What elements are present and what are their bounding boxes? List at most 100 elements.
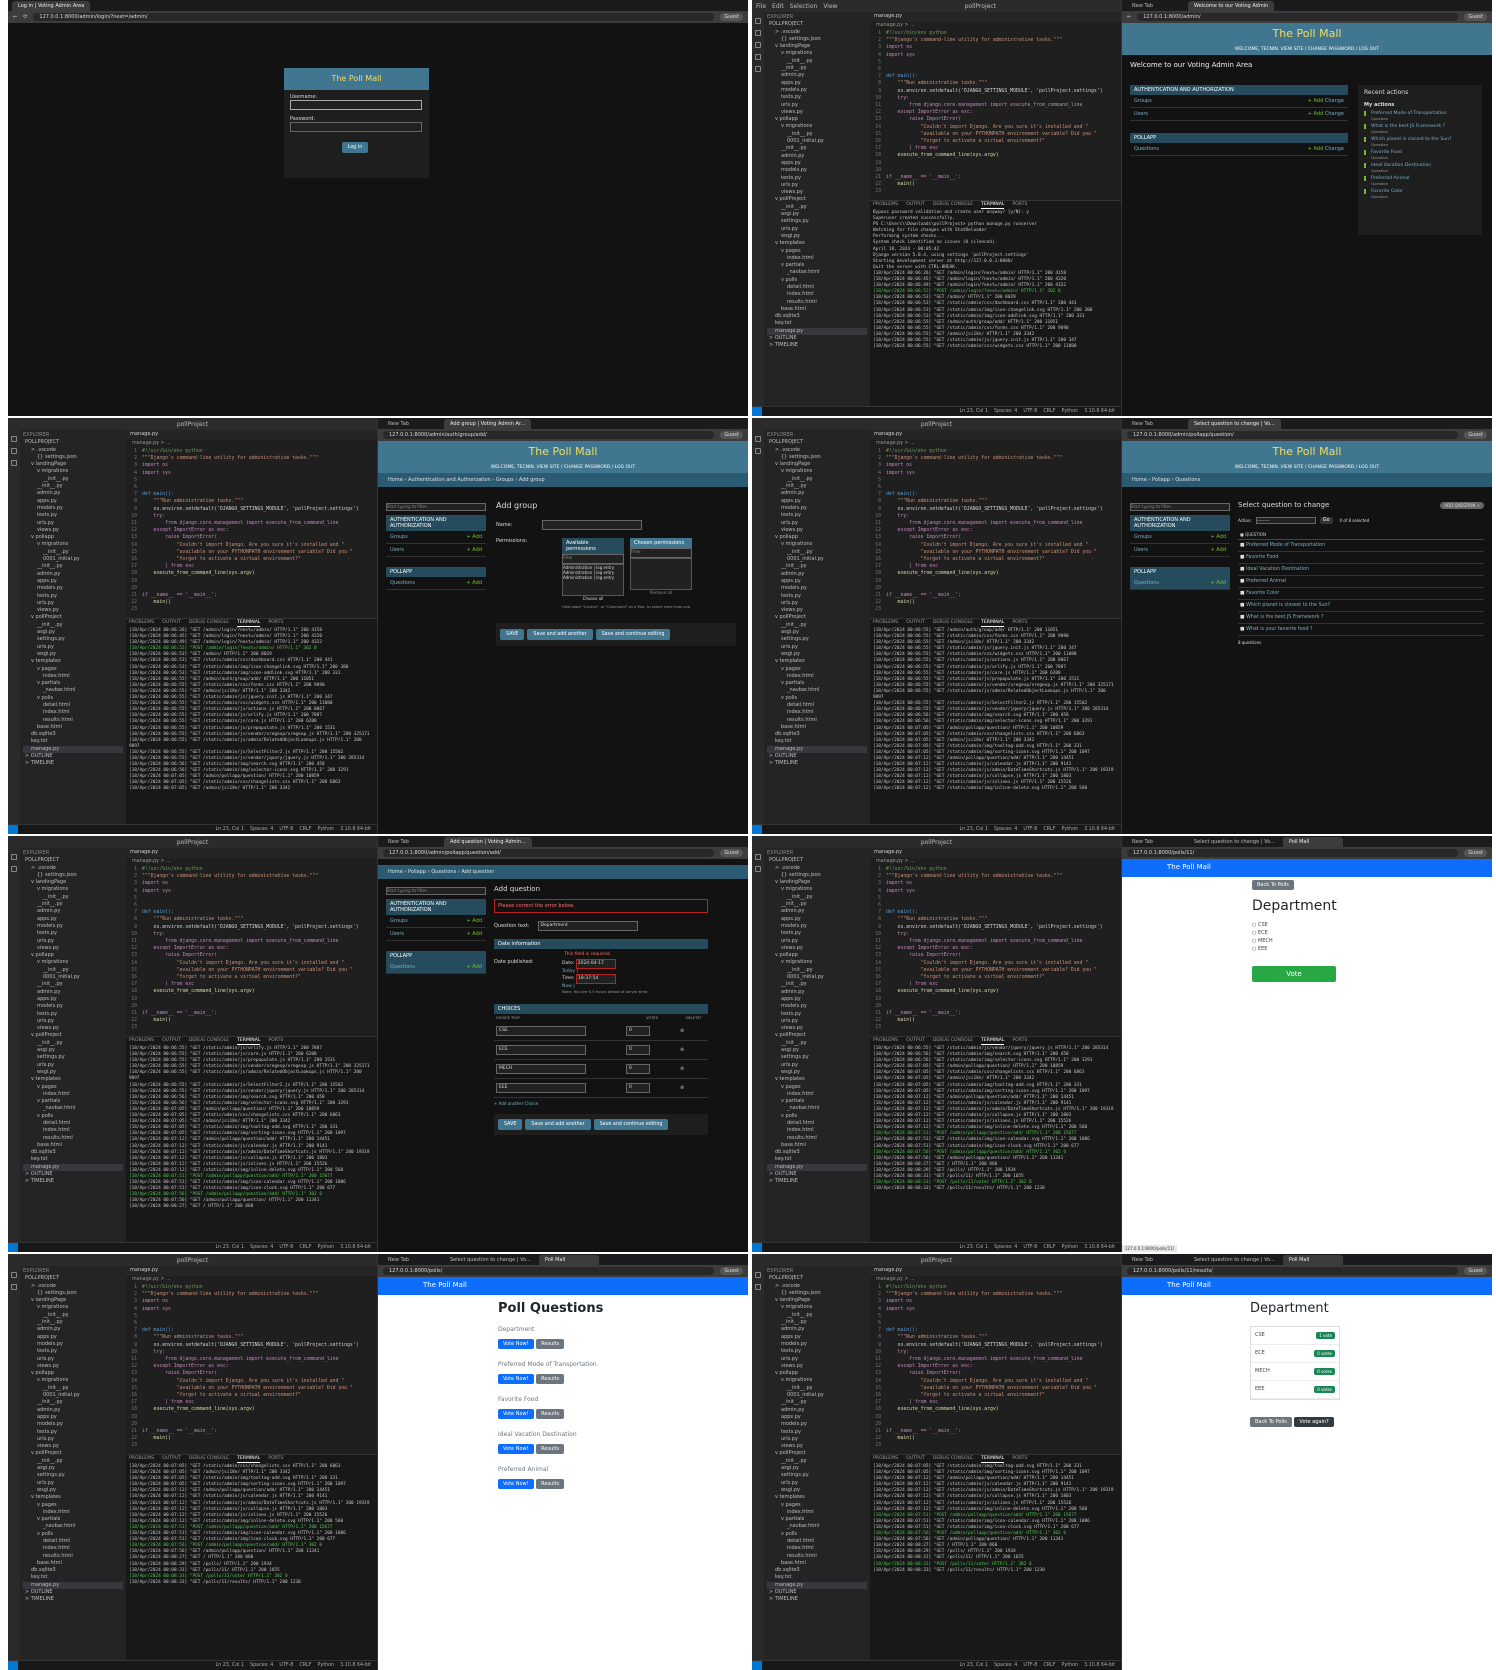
remote-indicator[interactable] xyxy=(752,1243,762,1252)
explorer-item[interactable]: admin.py xyxy=(23,1407,123,1414)
nav-groups[interactable]: Groups xyxy=(390,918,408,924)
explorer-item[interactable]: > TIMELINE xyxy=(767,1596,867,1603)
action-select[interactable]: --------- xyxy=(1255,517,1316,524)
explorer-item[interactable]: v landingPage xyxy=(23,461,123,468)
remote-indicator[interactable] xyxy=(752,407,762,416)
code-editor[interactable]: manage.py manage.py > ... 1 #!/usr/bin/env … xyxy=(126,848,377,1036)
terminal-tab[interactable]: PROBLEMS xyxy=(129,1456,154,1462)
explorer-item[interactable]: admin.py xyxy=(23,1326,123,1333)
explorer-item[interactable]: __init__.py xyxy=(23,563,123,570)
username-input[interactable] xyxy=(290,100,422,110)
explorer-item[interactable]: __init__.py xyxy=(767,204,867,211)
terminal-tab[interactable]: OUTPUT xyxy=(162,1038,181,1044)
add-link[interactable]: + Add xyxy=(467,534,482,540)
explorer-item[interactable]: __init__.py xyxy=(767,549,867,556)
terminal-panel[interactable]: PROBLEMS OUTPUT DEBUG CONSOLE TERMINAL PORTS… xyxy=(126,618,377,824)
explorer-item[interactable]: v pages xyxy=(23,1084,123,1091)
explorer-item[interactable]: results.html xyxy=(23,1553,123,1560)
password-input[interactable] xyxy=(290,122,422,132)
question-link[interactable]: Which planet is closest to the Sun? xyxy=(1246,603,1330,608)
explorer-item[interactable]: v migrations xyxy=(23,1377,123,1384)
explorer-item[interactable]: {} settings.json xyxy=(23,454,123,461)
explorer-item[interactable]: admin.py xyxy=(767,72,867,79)
status-item[interactable]: 3.10.8 64-bit xyxy=(340,827,371,832)
explorer-item[interactable]: settings.py xyxy=(767,218,867,225)
explorer-item[interactable]: > OUTLINE xyxy=(767,1171,867,1178)
change-link[interactable]: Change xyxy=(1325,146,1344,152)
explorer-item[interactable]: asgi.py xyxy=(23,1465,123,1472)
vscode-menu-view[interactable]: View xyxy=(823,3,837,10)
files-icon[interactable] xyxy=(755,18,761,24)
terminal-tab[interactable]: DEBUG CONSOLE xyxy=(933,202,973,208)
explorer-item[interactable]: v partials xyxy=(767,1098,867,1105)
question-link[interactable]: Favorite Color xyxy=(1246,591,1279,596)
vscode-menu[interactable]: File xyxy=(756,3,766,10)
terminal-tab[interactable]: PROBLEMS xyxy=(129,1038,154,1044)
explorer-item[interactable]: key.txt xyxy=(23,1156,123,1163)
explorer-item[interactable]: wsgi.py xyxy=(767,1487,867,1494)
explorer-item[interactable]: apps.py xyxy=(767,498,867,505)
time-input[interactable]: 18:37:54 xyxy=(575,974,616,984)
vote-now-button[interactable]: Vote Now! xyxy=(498,1409,534,1419)
status-item[interactable]: 3.10.8 64-bit xyxy=(1084,409,1115,414)
votes-input[interactable]: 0 xyxy=(626,1064,650,1074)
editor-tab[interactable]: manage.py xyxy=(874,431,902,438)
back-icon[interactable]: ← xyxy=(13,14,17,20)
explorer-item[interactable]: admin.py xyxy=(767,908,867,915)
code-editor[interactable]: manage.py manage.py > ... 1 #!/usr/bin/env … xyxy=(870,430,1121,618)
nav-questions[interactable]: Questions xyxy=(1134,580,1159,586)
explorer-item[interactable]: __init__.py xyxy=(767,563,867,570)
terminal-tab[interactable]: OUTPUT xyxy=(906,620,925,626)
column-question[interactable]: QUESTION xyxy=(1245,532,1266,537)
explorer-item[interactable]: > TIMELINE xyxy=(23,760,123,767)
status-item[interactable]: Ln 23, Col 1 xyxy=(959,827,988,832)
explorer-item[interactable]: 0001_initial.py xyxy=(767,138,867,145)
user-tools[interactable]: WELCOME, TECNIN. VIEW SITE / CHANGE PASS… xyxy=(1122,47,1492,55)
source-control-icon[interactable] xyxy=(755,42,761,48)
explorer-item[interactable]: urls.py xyxy=(767,1356,867,1363)
explorer-item[interactable]: v partials xyxy=(767,262,867,269)
explorer-item[interactable]: settings.py xyxy=(23,636,123,643)
explorer-item[interactable]: index.html xyxy=(23,673,123,680)
explorer-item[interactable]: > TIMELINE xyxy=(767,760,867,767)
terminal-tab[interactable]: PORTS xyxy=(1012,1456,1027,1462)
search-icon[interactable] xyxy=(755,448,761,454)
explorer-item[interactable]: admin.py xyxy=(767,571,867,578)
explorer-item[interactable]: urls.py xyxy=(23,938,123,945)
explorer-item[interactable]: tests.py xyxy=(767,930,867,937)
explorer-item[interactable]: views.py xyxy=(23,1025,123,1032)
nav-questions[interactable]: Questions xyxy=(390,964,415,970)
status-item[interactable]: UTF-8 xyxy=(1023,409,1037,414)
explorer-item[interactable]: v partials xyxy=(23,680,123,687)
explorer-item[interactable]: wsgi.py xyxy=(23,1487,123,1494)
profile-button[interactable]: Guest xyxy=(1464,431,1487,439)
explorer-item[interactable]: index.html xyxy=(23,709,123,716)
breadcrumb[interactable]: Home › Pollapp › Questions xyxy=(1122,473,1492,487)
terminal-tab[interactable]: DEBUG CONSOLE xyxy=(933,1038,973,1044)
explorer-item[interactable]: __init__.py xyxy=(767,1319,867,1326)
explorer-item[interactable]: v pages xyxy=(767,1502,867,1509)
filter-input[interactable]: Filter xyxy=(562,554,624,564)
filter-input[interactable]: Filter xyxy=(630,548,692,558)
terminal-tab[interactable]: OUTPUT xyxy=(162,620,181,626)
explorer-item[interactable]: admin.py xyxy=(23,490,123,497)
delete-icon[interactable]: ⊗ xyxy=(680,1066,684,1072)
explorer-item[interactable]: tests.py xyxy=(23,930,123,937)
explorer-item[interactable]: settings.py xyxy=(767,1054,867,1061)
change-link[interactable]: Change xyxy=(1325,111,1344,117)
profile-button[interactable]: Guest xyxy=(1464,1267,1487,1275)
explorer-item[interactable]: views.py xyxy=(23,1443,123,1450)
explorer-item[interactable]: POLLPROJECT xyxy=(23,857,123,864)
explorer-item[interactable]: v polls xyxy=(767,277,867,284)
explorer-item[interactable]: index.html xyxy=(767,673,867,680)
explorer-item[interactable]: v landingPage xyxy=(23,1297,123,1304)
question-link[interactable]: Ideal Vacation Destination xyxy=(1246,567,1309,572)
explorer-item[interactable]: v pages xyxy=(23,1502,123,1509)
explorer-item[interactable]: urls.py xyxy=(767,1018,867,1025)
explorer-item[interactable]: tests.py xyxy=(767,1348,867,1355)
explorer-item[interactable]: settings.py xyxy=(23,1054,123,1061)
status-item[interactable]: CRLF xyxy=(1043,409,1055,414)
explorer-item[interactable]: 0001_initial.py xyxy=(767,1392,867,1399)
explorer-item[interactable]: v migrations xyxy=(767,123,867,130)
code-editor[interactable]: manage.py manage.py > ... 1 #!/usr/bin/env … xyxy=(870,848,1121,1036)
